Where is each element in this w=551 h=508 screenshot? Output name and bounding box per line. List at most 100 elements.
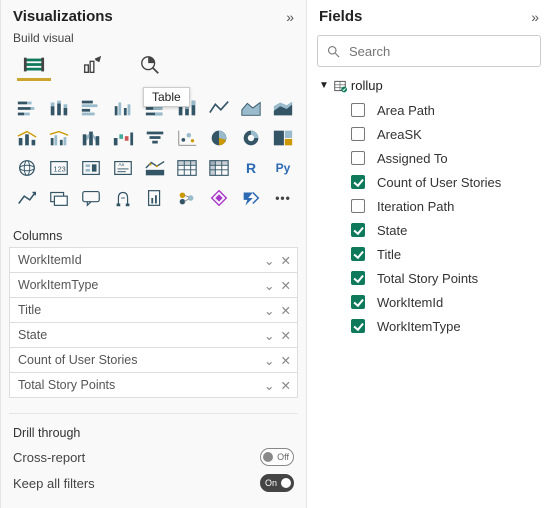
viz-tab-row xyxy=(1,51,306,89)
tab-format-visual[interactable] xyxy=(75,51,109,81)
viz-powerautomate[interactable] xyxy=(237,185,265,211)
columns-label: Columns xyxy=(1,223,306,247)
column-field[interactable]: Title⌄✕ xyxy=(9,297,298,323)
checkbox[interactable] xyxy=(351,271,365,285)
viz-table[interactable] xyxy=(173,155,201,181)
checkbox[interactable] xyxy=(351,175,365,189)
fields-search[interactable] xyxy=(317,35,541,67)
field-item[interactable]: Title xyxy=(351,242,541,266)
chevron-down-icon[interactable]: ⌄ xyxy=(264,353,274,368)
field-item[interactable]: State xyxy=(351,218,541,242)
viz-100-stacked-bar[interactable] xyxy=(141,95,169,121)
cross-report-label: Cross-report xyxy=(13,450,85,465)
fields-table-name: rollup xyxy=(351,78,383,93)
build-visual-label: Build visual xyxy=(1,29,306,51)
viz-donut[interactable] xyxy=(237,125,265,151)
column-field[interactable]: WorkItemId⌄✕ xyxy=(9,247,298,273)
viz-100-stacked-column[interactable] xyxy=(173,95,201,121)
field-item[interactable]: Assigned To xyxy=(351,146,541,170)
chevron-down-icon[interactable]: ⌄ xyxy=(264,253,274,268)
remove-icon[interactable]: ✕ xyxy=(281,278,291,293)
field-item[interactable]: AreaSK xyxy=(351,122,541,146)
viz-matrix[interactable] xyxy=(205,155,233,181)
viz-scatter[interactable] xyxy=(173,125,201,151)
remove-icon[interactable]: ✕ xyxy=(281,328,291,343)
cross-report-toggle[interactable]: Off xyxy=(260,448,294,466)
viz-stacked-bar[interactable] xyxy=(13,95,41,121)
tab-analytics[interactable] xyxy=(133,51,167,81)
fields-table-group[interactable]: ▼ rollup xyxy=(317,75,541,96)
chevron-down-icon[interactable]: ⌄ xyxy=(264,328,274,343)
collapse-fields-pane-icon[interactable]: » xyxy=(531,9,539,25)
remove-icon[interactable]: ✕ xyxy=(281,253,291,268)
chevron-down-icon: ▼ xyxy=(319,80,329,91)
checkbox[interactable] xyxy=(351,223,365,237)
visualization-gallery: 123 Aa R Py ••• Table xyxy=(1,89,306,223)
remove-icon[interactable]: ✕ xyxy=(281,353,291,368)
viz-smart-narrative[interactable] xyxy=(109,185,137,211)
checkbox[interactable] xyxy=(351,199,365,213)
viz-arcgis[interactable] xyxy=(173,185,201,211)
viz-decomposition-tree[interactable] xyxy=(45,185,73,211)
viz-r-visual[interactable]: R xyxy=(237,155,265,181)
viz-line[interactable] xyxy=(205,95,233,121)
checkbox[interactable] xyxy=(351,295,365,309)
build-visual-icon xyxy=(23,54,45,76)
viz-treemap[interactable] xyxy=(269,125,297,151)
viz-line-clustered-column[interactable] xyxy=(45,125,73,151)
analytics-icon xyxy=(139,54,161,76)
viz-funnel[interactable] xyxy=(141,125,169,151)
svg-text:Aa: Aa xyxy=(118,162,124,167)
keep-filters-toggle[interactable]: On xyxy=(260,474,294,492)
svg-text:123: 123 xyxy=(54,165,66,174)
viz-paginated[interactable] xyxy=(141,185,169,211)
tab-build-visual[interactable] xyxy=(17,51,51,81)
chevron-down-icon[interactable]: ⌄ xyxy=(264,303,274,318)
checkbox[interactable] xyxy=(351,151,365,165)
viz-area[interactable] xyxy=(237,95,265,121)
visualizations-title: Visualizations xyxy=(13,8,113,25)
field-item[interactable]: WorkItemId xyxy=(351,290,541,314)
viz-clustered-bar[interactable] xyxy=(77,95,105,121)
visualizations-pane: Visualizations » Build visual xyxy=(0,0,306,508)
viz-waterfall[interactable] xyxy=(109,125,137,151)
viz-powerapps[interactable] xyxy=(205,185,233,211)
columns-well[interactable]: WorkItemId⌄✕ WorkItemType⌄✕ Title⌄✕ Stat… xyxy=(1,247,306,407)
viz-ribbon[interactable] xyxy=(77,125,105,151)
column-field[interactable]: Count of User Stories⌄✕ xyxy=(9,347,298,373)
remove-icon[interactable]: ✕ xyxy=(281,378,291,393)
field-item[interactable]: Iteration Path xyxy=(351,194,541,218)
collapse-viz-pane-icon[interactable]: » xyxy=(286,9,294,25)
viz-stacked-column[interactable] xyxy=(45,95,73,121)
column-field[interactable]: WorkItemType⌄✕ xyxy=(9,272,298,298)
field-item[interactable]: Count of User Stories xyxy=(351,170,541,194)
field-item[interactable]: WorkItemType xyxy=(351,314,541,338)
field-item[interactable]: Total Story Points xyxy=(351,266,541,290)
remove-icon[interactable]: ✕ xyxy=(281,303,291,318)
viz-azure-map[interactable] xyxy=(77,155,105,181)
checkbox[interactable] xyxy=(351,103,365,117)
fields-pane: Fields » ▼ rollup Area Path AreaSK Assig… xyxy=(306,0,551,508)
viz-key-influencers[interactable] xyxy=(13,185,41,211)
field-item[interactable]: Area Path xyxy=(351,98,541,122)
viz-gauge[interactable]: Aa xyxy=(109,155,137,181)
viz-map[interactable] xyxy=(13,155,41,181)
chevron-down-icon[interactable]: ⌄ xyxy=(264,378,274,393)
ellipsis-icon: ••• xyxy=(275,191,291,205)
viz-more[interactable]: ••• xyxy=(269,185,297,211)
viz-stacked-area[interactable] xyxy=(269,95,297,121)
column-field[interactable]: State⌄✕ xyxy=(9,322,298,348)
viz-clustered-column[interactable] xyxy=(109,95,137,121)
viz-qna[interactable] xyxy=(77,185,105,211)
chevron-down-icon[interactable]: ⌄ xyxy=(264,278,274,293)
checkbox[interactable] xyxy=(351,319,365,333)
checkbox[interactable] xyxy=(351,247,365,261)
viz-python-visual[interactable]: Py xyxy=(269,155,297,181)
column-field[interactable]: Total Story Points⌄✕ xyxy=(9,372,298,398)
viz-pie[interactable] xyxy=(205,125,233,151)
checkbox[interactable] xyxy=(351,127,365,141)
viz-filled-map[interactable]: 123 xyxy=(45,155,73,181)
viz-line-stacked-column[interactable] xyxy=(13,125,41,151)
viz-card[interactable] xyxy=(141,155,169,181)
fields-search-input[interactable] xyxy=(347,43,532,60)
